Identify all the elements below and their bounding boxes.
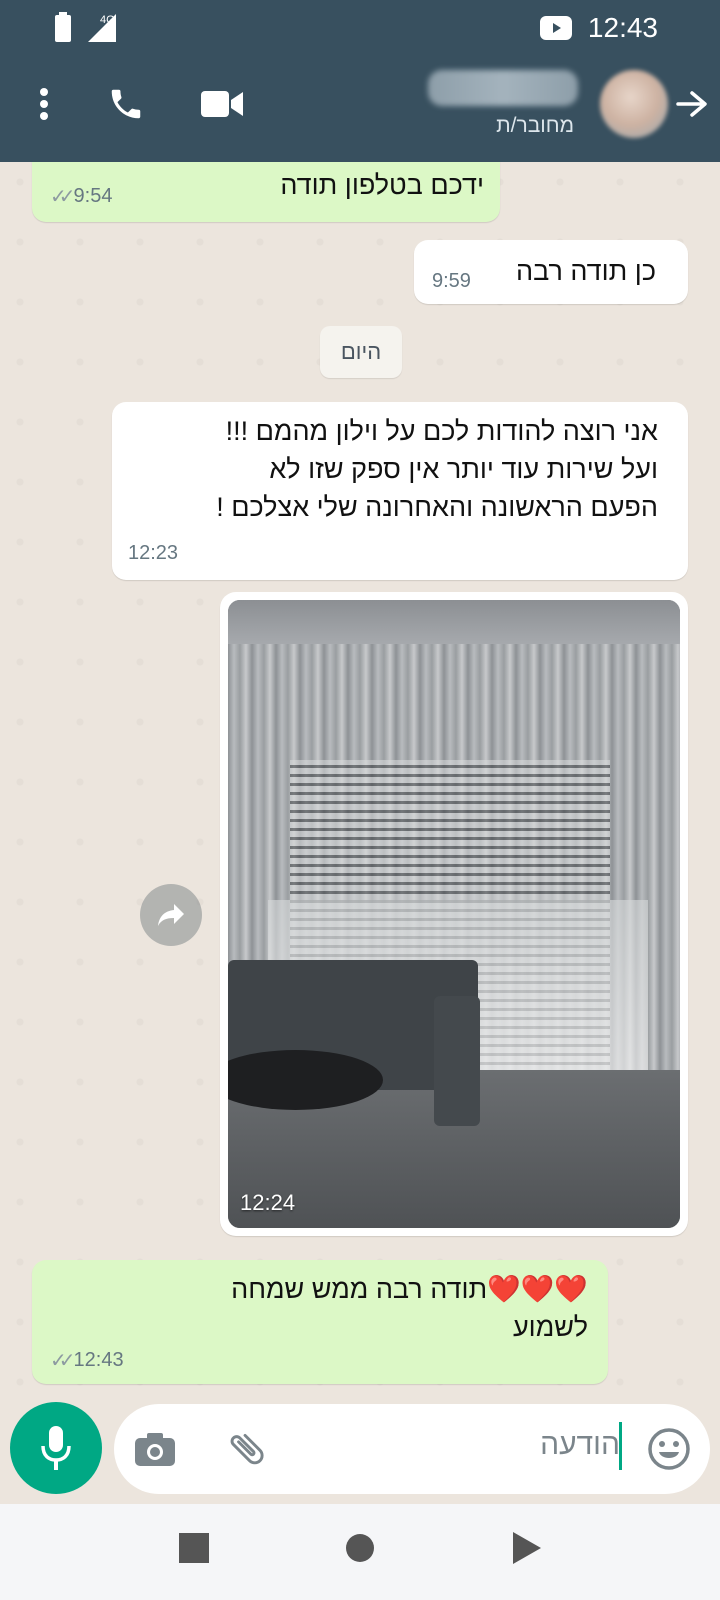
- navigation-bar: [0, 1504, 720, 1600]
- video-call-icon[interactable]: [200, 84, 244, 124]
- attach-icon[interactable]: [222, 1424, 272, 1474]
- contact-name[interactable]: [428, 70, 578, 106]
- text-caret: [619, 1422, 622, 1470]
- back-button[interactable]: [508, 1530, 544, 1566]
- avatar[interactable]: [600, 70, 668, 138]
- read-receipt-icon: ✓✓: [50, 1350, 75, 1372]
- message-line: ועל שירות עוד יותר אין ספק שזו לא: [269, 454, 658, 484]
- message-incoming[interactable]: כן תודה רבה 9:59: [414, 240, 688, 304]
- message-line: ❤️❤️❤️תודה רבה ממש שמחה: [231, 1274, 588, 1304]
- date-separator: היום: [320, 326, 402, 378]
- message-line: לשמוע: [512, 1312, 588, 1342]
- message-incoming[interactable]: אני רוצה להודות לכם על וילון מהמם !!! וע…: [112, 402, 688, 580]
- forward-icon: [158, 904, 184, 926]
- home-button[interactable]: [342, 1530, 378, 1566]
- message-input[interactable]: הודעה: [114, 1404, 710, 1494]
- message-meta: ✓✓ 12:43: [50, 1348, 124, 1373]
- message-text: כן תודה רבה: [515, 256, 656, 286]
- mic-icon: [41, 1426, 71, 1470]
- message-line: אני רוצה להודות לכם על וילון מהמם !!!: [225, 416, 658, 446]
- message-meta: 9:59: [432, 270, 471, 293]
- camera-icon[interactable]: [132, 1426, 178, 1472]
- chat-header: מחובר/ת: [0, 56, 720, 162]
- forward-button[interactable]: [140, 884, 202, 946]
- back-arrow-icon[interactable]: [672, 84, 712, 124]
- message-image[interactable]: 12:24: [220, 592, 688, 1236]
- message-meta: 12:23: [128, 542, 178, 565]
- youtube-icon: [540, 16, 572, 40]
- battery-icon: [55, 12, 71, 42]
- message-text: ❤️❤️❤️תודה רבה ממש שמחה לשמוע: [48, 1270, 588, 1346]
- status-time: 12:43: [587, 12, 658, 43]
- message-time: 12:23: [128, 542, 179, 564]
- chat-area[interactable]: ידכם בטלפון תודה ✓✓ 9:54 כן תודה רבה 9:5…: [0, 162, 720, 1402]
- message-time: 9:54: [73, 185, 113, 207]
- status-bar: 4G 12:43: [0, 0, 720, 56]
- input-placeholder: הודעה: [540, 1428, 620, 1461]
- message-meta: ✓✓ 9:54: [50, 184, 112, 209]
- message-outgoing[interactable]: ידכם בטלפון תודה ✓✓ 9:54: [32, 162, 500, 222]
- message-time: 12:43: [73, 1349, 124, 1371]
- read-receipt-icon: ✓✓: [50, 186, 75, 208]
- phone-icon[interactable]: [104, 82, 148, 126]
- menu-dots-icon[interactable]: [24, 80, 64, 128]
- message-time: 9:59: [432, 270, 471, 292]
- image-time: 12:24: [240, 1190, 296, 1215]
- message-text: ידכם בטלפון תודה: [280, 170, 484, 200]
- network-type: 4G: [100, 14, 115, 26]
- message-outgoing[interactable]: ❤️❤️❤️תודה רבה ממש שמחה לשמוע ✓✓ 12:43: [32, 1260, 608, 1384]
- photo-thumbnail[interactable]: 12:24: [228, 600, 680, 1228]
- message-text: אני רוצה להודות לכם על וילון מהמם !!! וע…: [118, 412, 658, 526]
- emoji-icon[interactable]: [644, 1424, 694, 1474]
- mic-button[interactable]: [10, 1402, 102, 1494]
- recents-button[interactable]: [176, 1530, 212, 1566]
- message-line: הפעם הראשונה והאחרונה שלי אצלכם !: [216, 492, 658, 522]
- contact-status: מחובר/ת: [496, 114, 574, 137]
